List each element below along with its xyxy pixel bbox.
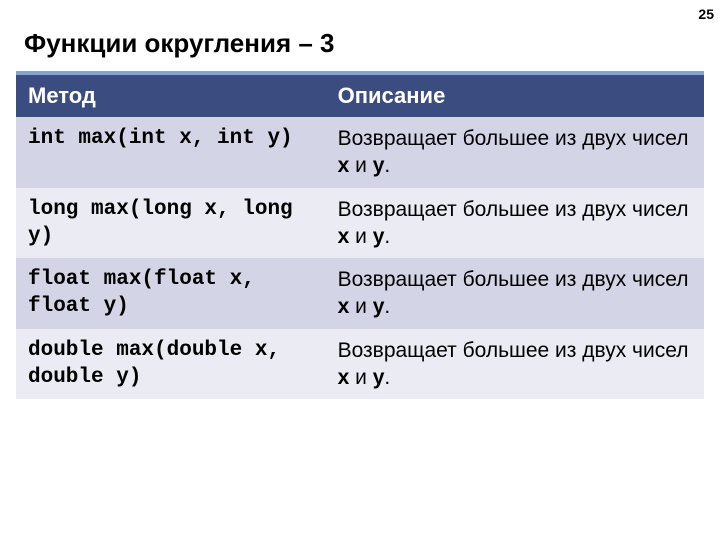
- desc-y: y: [373, 225, 385, 248]
- table-header-row: Метод Описание: [16, 75, 704, 117]
- desc-dot: .: [384, 225, 390, 248]
- method-cell: double max(double x, double y): [16, 329, 326, 400]
- desc-x: x: [338, 295, 350, 318]
- desc-pre: Возвращает большее из двух чисел: [338, 198, 689, 221]
- page-title: Функции округления – 3: [0, 0, 720, 71]
- method-cell: long max(long x, long y): [16, 188, 326, 259]
- desc-cell: Возвращает большее из двух чисел x и y.: [326, 188, 704, 259]
- table-row: double max(double x, double y) Возвращае…: [16, 329, 704, 400]
- method-cell: float max(float x, float y): [16, 258, 326, 329]
- page-number: 25: [698, 6, 714, 22]
- table-row: int max(int x, int y) Возвращает большее…: [16, 117, 704, 188]
- desc-dot: .: [384, 366, 390, 389]
- desc-y: y: [373, 366, 385, 389]
- desc-and: и: [349, 154, 372, 177]
- method-cell: int max(int x, int y): [16, 117, 326, 188]
- desc-cell: Возвращает большее из двух чисел x и y.: [326, 117, 704, 188]
- desc-cell: Возвращает большее из двух чисел x и y.: [326, 258, 704, 329]
- table-row: float max(float x, float y) Возвращает б…: [16, 258, 704, 329]
- desc-pre: Возвращает большее из двух чисел: [338, 339, 689, 362]
- desc-x: x: [338, 225, 350, 248]
- desc-y: y: [373, 154, 385, 177]
- header-desc: Описание: [326, 75, 704, 117]
- desc-cell: Возвращает большее из двух чисел x и y.: [326, 329, 704, 400]
- desc-dot: .: [384, 295, 390, 318]
- desc-pre: Возвращает большее из двух чисел: [338, 268, 689, 291]
- desc-and: и: [349, 366, 372, 389]
- desc-y: y: [373, 295, 385, 318]
- methods-table: Метод Описание int max(int x, int y) Воз…: [16, 75, 704, 399]
- desc-x: x: [338, 154, 350, 177]
- desc-dot: .: [384, 154, 390, 177]
- desc-and: и: [349, 295, 372, 318]
- table-row: long max(long x, long y) Возвращает боль…: [16, 188, 704, 259]
- desc-x: x: [338, 366, 350, 389]
- desc-pre: Возвращает большее из двух чисел: [338, 127, 689, 150]
- desc-and: и: [349, 225, 372, 248]
- header-method: Метод: [16, 75, 326, 117]
